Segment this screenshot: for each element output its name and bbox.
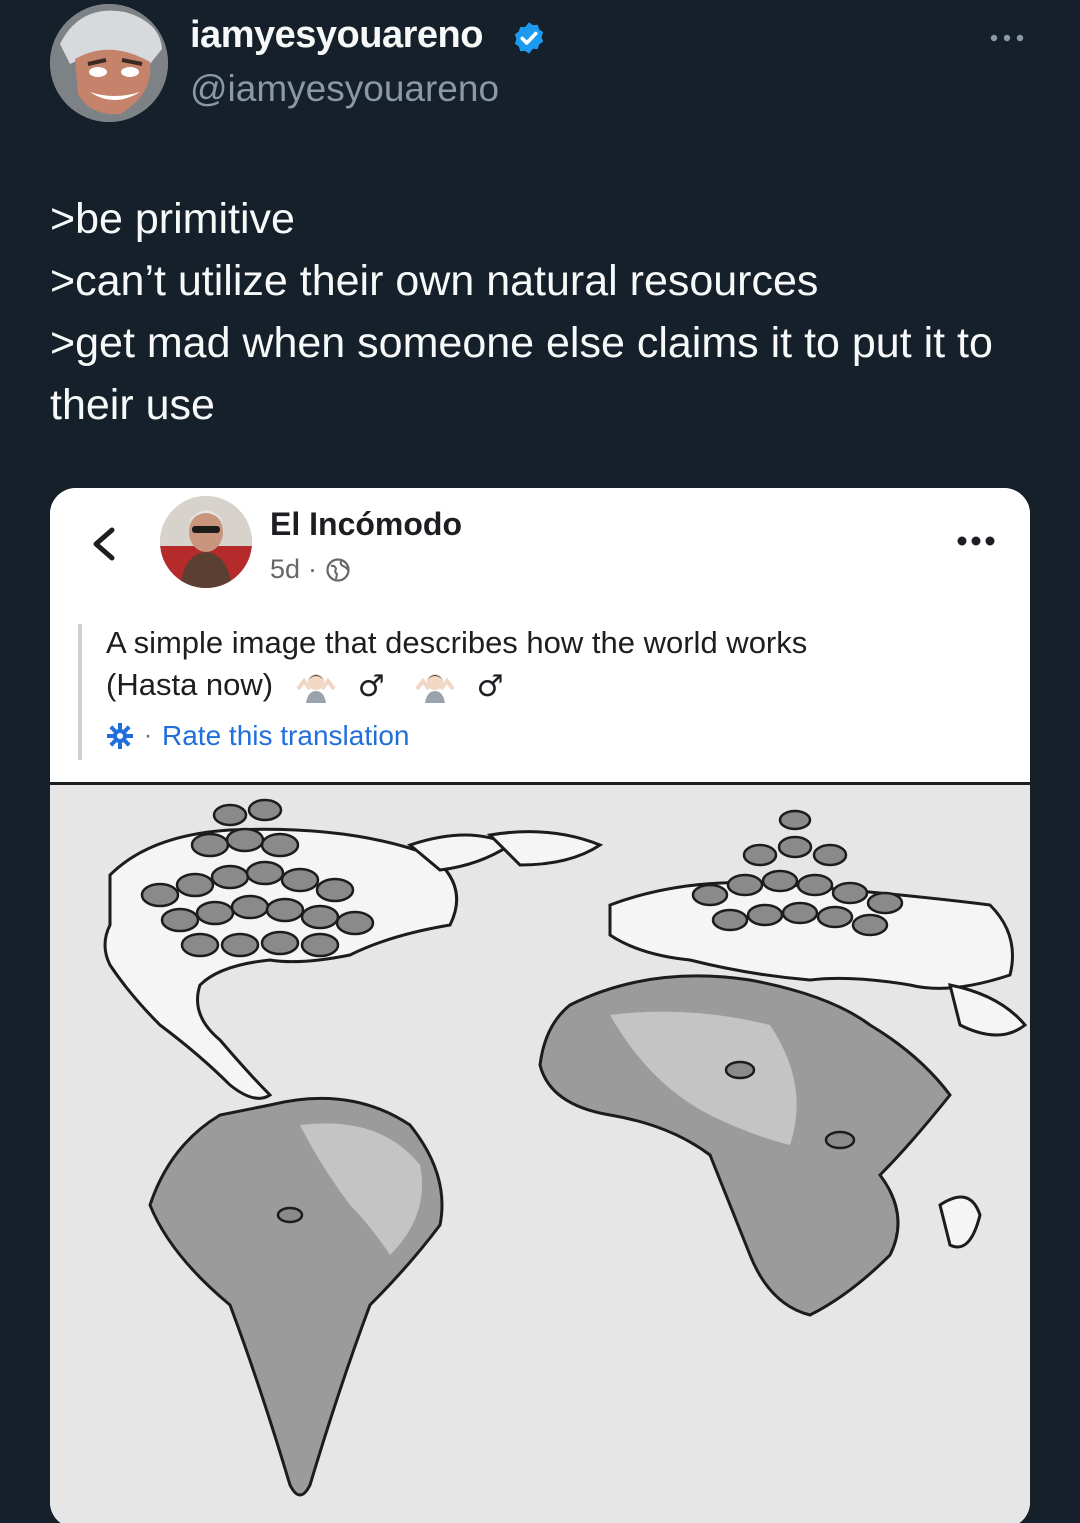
back-arrow-icon[interactable] xyxy=(88,524,120,564)
post-text-line: (Hasta now) ♂ ♂ xyxy=(106,664,986,708)
meta-separator: · xyxy=(308,554,318,584)
post-text: A simple image that describes how the wo… xyxy=(106,622,986,708)
man-shrugging-icon xyxy=(415,673,455,703)
tweet-text: >be primitive >can’t utilize their own n… xyxy=(50,188,1040,436)
author-avatar[interactable] xyxy=(50,4,168,122)
translation-separator: · xyxy=(144,722,152,749)
post-text-line: A simple image that describes how the wo… xyxy=(106,625,808,660)
translation-row: · Rate this translation xyxy=(106,720,409,752)
world-map-cartoon-image xyxy=(50,785,1030,1523)
page-name[interactable]: El Incómodo xyxy=(270,506,462,543)
author-display-name[interactable]: iamyesyouareno xyxy=(190,14,483,57)
more-options-icon[interactable] xyxy=(987,30,1027,46)
tweet-line: >get mad when someone else claims it to … xyxy=(50,319,1005,429)
man-portrait-avatar-icon xyxy=(160,496,252,588)
rate-translation-link[interactable]: Rate this translation xyxy=(162,720,409,752)
tweet: iamyesyouareno @iamyesyouareno >be primi… xyxy=(0,0,1080,1523)
page-avatar[interactable] xyxy=(160,496,252,588)
male-sign: ♂ xyxy=(476,668,504,704)
man-shrugging-icon xyxy=(296,673,336,703)
post-age[interactable]: 5d xyxy=(270,554,300,585)
author-handle[interactable]: @iamyesyouareno xyxy=(190,68,499,110)
cartoon-face-avatar-icon xyxy=(50,4,168,122)
tweet-line: >can’t utilize their own natural resourc… xyxy=(50,257,819,305)
facebook-post-header: El Incómodo 5d · A simple image that des… xyxy=(50,488,1030,785)
emoji-group: ♂ ♂ xyxy=(282,666,530,708)
post-text-hasta: (Hasta now) xyxy=(106,667,274,702)
tweet-line: >be primitive xyxy=(50,195,295,243)
globe-icon xyxy=(326,557,350,582)
tweet-media-screenshot[interactable]: El Incómodo 5d · A simple image that des… xyxy=(50,488,1030,1523)
post-more-options-icon[interactable] xyxy=(956,534,996,548)
gear-icon xyxy=(107,723,133,749)
male-sign: ♂ xyxy=(357,668,385,704)
translation-quote-bar xyxy=(78,624,82,760)
verified-badge-icon xyxy=(514,22,544,54)
post-meta: 5d · xyxy=(270,554,351,585)
